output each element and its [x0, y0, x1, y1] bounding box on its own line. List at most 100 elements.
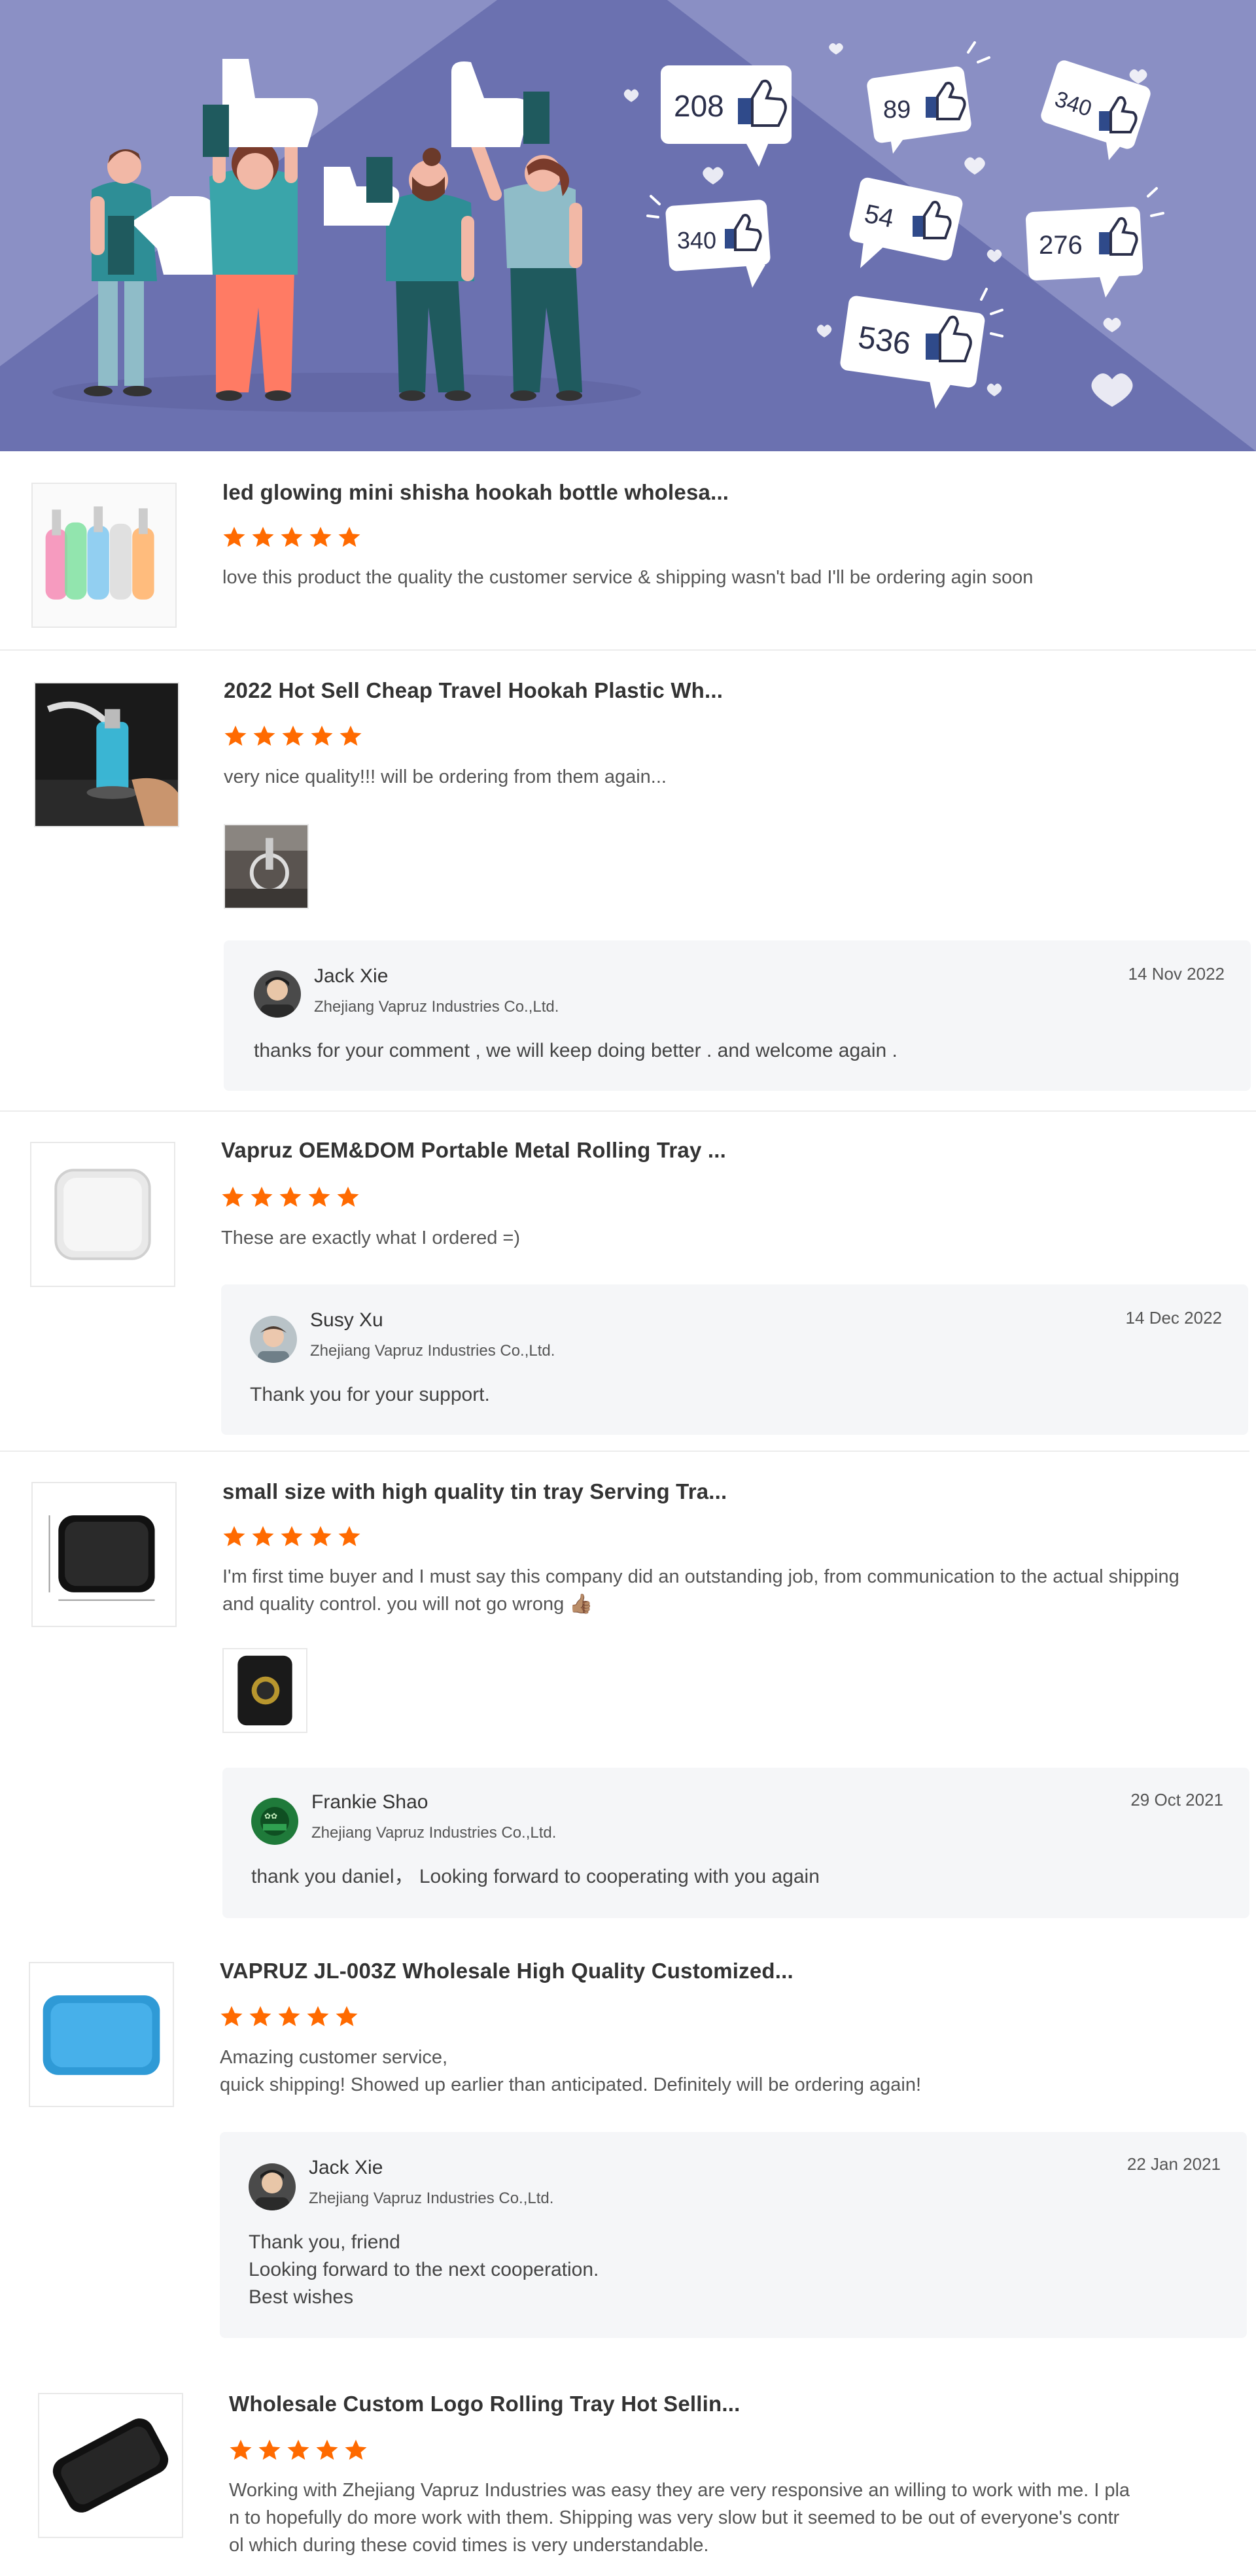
product-thumbnail[interactable] [31, 483, 177, 628]
hero-banner: 208 89 340 340 54 276 536 [0, 0, 1256, 451]
product-title[interactable]: 2022 Hot Sell Cheap Travel Hookah Plasti… [224, 678, 723, 703]
user-avatar-image [250, 1316, 297, 1363]
reply-text: thank you daniel， Looking forward to coo… [251, 1866, 820, 1887]
banner-illustration: 208 89 340 340 54 276 536 [0, 0, 1256, 451]
star-icon [252, 1526, 274, 1547]
reply-author-name: Jack Xie [314, 965, 389, 987]
product-title[interactable]: small size with high quality tin tray Se… [222, 1479, 727, 1504]
reply-company-name: Zhejiang Vapruz Industries Co.,Ltd. [314, 998, 559, 1016]
blue-rolling-tray-image [30, 1963, 173, 2106]
review-item: small size with high quality tin tray Se… [0, 1452, 1256, 1932]
star-rating [222, 526, 361, 549]
star-icon [224, 725, 247, 746]
svg-text:536: 536 [856, 320, 913, 362]
star-icon [252, 526, 274, 547]
star-icon [251, 1186, 273, 1207]
review-item: led glowing mini shisha hookah bottle wh… [0, 451, 1256, 651]
star-icon [223, 526, 245, 547]
star-icon [336, 2006, 358, 2027]
review-photo-attachment[interactable] [224, 824, 309, 909]
white-rolling-tray-image [31, 1143, 174, 1286]
reply-date: 14 Nov 2022 [1128, 964, 1225, 984]
reply-author-name: Frankie Shao [311, 1791, 428, 1813]
star-icon [249, 2006, 271, 2027]
reply-text: Thank you for your support. [250, 1384, 490, 1405]
hookah-photo-attachment [225, 825, 307, 908]
star-icon [307, 2006, 329, 2027]
review-item: Wholesale Custom Logo Rolling Tray Hot S… [0, 2364, 1256, 2576]
star-icon [258, 2439, 281, 2460]
product-thumbnail[interactable] [31, 1482, 177, 1627]
avatar [249, 2163, 296, 2210]
star-rating [224, 725, 362, 748]
product-title[interactable]: led glowing mini shisha hookah bottle wh… [222, 480, 729, 505]
review-item: VAPRUZ JL-003Z Wholesale High Quality Cu… [0, 1932, 1256, 2364]
svg-text:340: 340 [677, 227, 716, 254]
reply-company-name: Zhejiang Vapruz Industries Co.,Ltd. [311, 1824, 557, 1842]
star-icon [338, 526, 360, 547]
star-icon [316, 2439, 338, 2460]
review-comment: I'm first time buyer and I must say this… [222, 1566, 1179, 1615]
star-icon [337, 1186, 359, 1207]
colorful-hookah-bottles-image [33, 484, 175, 627]
product-title[interactable]: Wholesale Custom Logo Rolling Tray Hot S… [229, 2392, 741, 2416]
reply-date: 29 Oct 2021 [1130, 1790, 1223, 1810]
star-icon [220, 2006, 243, 2027]
star-rating [220, 2005, 358, 2029]
reply-date: 14 Dec 2022 [1125, 1308, 1222, 1328]
product-thumbnail[interactable] [29, 1962, 174, 2107]
star-icon [281, 1526, 303, 1547]
product-title[interactable]: VAPRUZ JL-003Z Wholesale High Quality Cu… [220, 1959, 794, 1984]
avatar: ✿✿ [251, 1798, 298, 1845]
product-thumbnail[interactable] [30, 1142, 175, 1287]
star-icon [222, 1186, 244, 1207]
review-comment: These are exactly what I ordered =) [221, 1228, 520, 1248]
svg-text:✿✿: ✿✿ [264, 1812, 277, 1821]
star-icon [338, 1526, 360, 1547]
svg-text:54: 54 [862, 199, 897, 233]
star-rating [221, 1186, 360, 1209]
review-comment: Amazing customer service, quick shipping… [220, 2047, 922, 2095]
seller-reply: Jack Xie Zhejiang Vapruz Industries Co.,… [220, 2132, 1247, 2338]
reply-date: 22 Jan 2021 [1126, 2154, 1221, 2174]
reply-text: Thank you, friend Looking forward to the… [249, 2231, 599, 2308]
star-icon [279, 1186, 302, 1207]
svg-text:276: 276 [1039, 231, 1083, 260]
review-item: Vapruz OEM&DOM Portable Metal Rolling Tr… [0, 1112, 1256, 1452]
product-title[interactable]: Vapruz OEM&DOM Portable Metal Rolling Tr… [221, 1138, 726, 1163]
reply-author-name: Jack Xie [309, 2157, 383, 2178]
review-comment: love this product the quality the custom… [222, 567, 1034, 588]
star-icon [345, 2439, 367, 2460]
star-rating [222, 1525, 361, 1549]
car-cup-hookah-image [35, 683, 178, 826]
user-avatar-image: ✿✿ [251, 1798, 298, 1845]
reply-text: thanks for your comment , we will keep d… [254, 1040, 898, 1061]
reply-company-name: Zhejiang Vapruz Industries Co.,Ltd. [310, 1342, 555, 1360]
seller-reply: Jack Xie Zhejiang Vapruz Industries Co.,… [224, 940, 1251, 1091]
reply-author-name: Susy Xu [310, 1309, 383, 1331]
star-rating [229, 2439, 368, 2462]
star-icon [340, 725, 362, 746]
black-tin-tray-image [33, 1483, 175, 1626]
star-icon [311, 725, 333, 746]
star-icon [278, 2006, 300, 2027]
seller-reply: Susy Xu Zhejiang Vapruz Industries Co.,L… [221, 1284, 1248, 1435]
seller-reply: ✿✿ Frankie Shao Zhejiang Vapruz Industri… [222, 1768, 1249, 1918]
star-icon [309, 1526, 332, 1547]
svg-text:89: 89 [883, 96, 911, 124]
product-thumbnail[interactable] [38, 2393, 183, 2538]
star-icon [309, 526, 332, 547]
tray-photo-attachment [224, 1649, 306, 1732]
star-icon [223, 1526, 245, 1547]
review-photo-attachment[interactable] [222, 1648, 307, 1733]
star-icon [282, 725, 304, 746]
star-icon [253, 725, 275, 746]
star-icon [281, 526, 303, 547]
svg-text:208: 208 [674, 89, 724, 123]
review-comment: very nice quality!!! will be ordering fr… [224, 766, 667, 787]
product-thumbnail[interactable] [34, 682, 179, 827]
star-icon [308, 1186, 330, 1207]
review-item: 2022 Hot Sell Cheap Travel Hookah Plasti… [0, 651, 1256, 1112]
review-comment: Working with Zhejiang Vapruz Industries … [229, 2480, 1130, 2556]
user-avatar-image [254, 970, 301, 1018]
